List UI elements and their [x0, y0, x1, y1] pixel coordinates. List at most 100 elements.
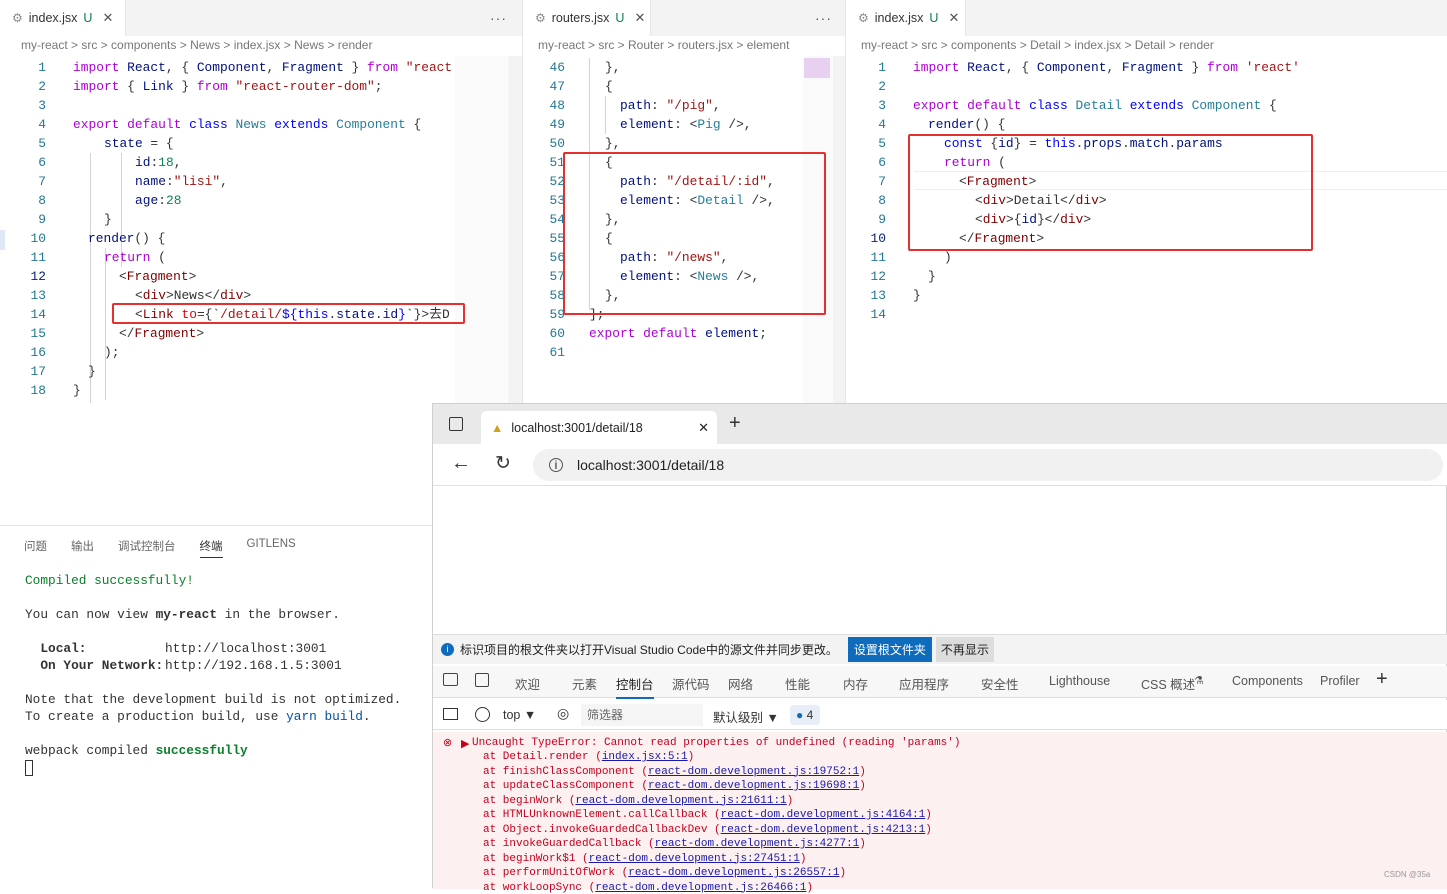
minimap[interactable] — [455, 56, 507, 403]
scrollbar[interactable] — [508, 56, 522, 403]
tab-problems[interactable]: 问题 — [24, 538, 47, 558]
close-tab-icon[interactable]: ✕ — [698, 420, 709, 436]
tab-memory[interactable]: 内存 — [843, 674, 868, 693]
context-select[interactable]: top ▼ — [503, 705, 545, 725]
new-tab-icon[interactable]: + — [729, 412, 741, 435]
code-area-routers[interactable]: 46 47 48 49 50 51 52 53 54 55 56 57 58 59 60 61 }, { pa… — [523, 58, 775, 373]
line-number: 16 — [30, 345, 46, 360]
sash[interactable] — [0, 230, 5, 250]
browser-tab[interactable]: ▲ localhost:3001/detail/18 ✕ — [481, 411, 717, 444]
tab-css-overview[interactable]: CSS 概述 — [1141, 674, 1195, 693]
tab-detail-index[interactable]: ⚙ index.jsx U ✕ — [846, 0, 966, 36]
inspect-icon[interactable] — [443, 673, 458, 686]
source-link[interactable]: react-dom.development.js:26557:1 — [628, 867, 839, 879]
line-number: 60 — [549, 326, 565, 341]
tab-application[interactable]: 应用程序 — [899, 674, 949, 693]
code-area-detail[interactable]: 1 2 3 4 5 6 7 8 9 10 11 12 13 14 import React, { Comp… — [846, 58, 1300, 322]
tab-security[interactable]: 安全性 — [981, 674, 1019, 693]
back-icon[interactable]: ← — [451, 452, 471, 475]
tab-network[interactable]: 网络 — [728, 674, 753, 693]
line-number: 10 — [870, 231, 886, 246]
stack-frame: at performUnitOfWork (react-dom.developm… — [483, 867, 847, 879]
tab-news-index[interactable]: ⚙ index.jsx U ✕ — [0, 0, 126, 36]
address-bar[interactable]: i localhost:3001/detail/18 — [533, 449, 1443, 481]
more-actions-icon[interactable]: ··· — [490, 10, 507, 26]
source-link[interactable]: react-dom.development.js:4164:1 — [721, 809, 926, 821]
line-number: 18 — [30, 383, 46, 398]
sidebar-toggle-icon[interactable] — [443, 708, 458, 720]
tab-components[interactable]: Components — [1232, 674, 1303, 688]
line-number: 9 — [878, 212, 886, 227]
error-icon: ⊗ — [443, 738, 453, 750]
tab-elements[interactable]: 元素 — [572, 674, 597, 693]
source-link[interactable]: react-dom.development.js:21611:1 — [575, 795, 786, 807]
editor-pane-news: ⚙ index.jsx U ✕ ··· my-react > src > com… — [0, 0, 522, 403]
scrollbar[interactable] — [833, 56, 845, 403]
breadcrumb[interactable]: my-react > src > components > News > ind… — [0, 38, 522, 56]
tab-terminal[interactable]: 终端 — [199, 538, 223, 558]
code-line: path: "/pig", — [620, 98, 721, 113]
close-icon[interactable]: ✕ — [634, 10, 645, 26]
highlight-box-link — [112, 303, 465, 324]
line-number: 5 — [38, 136, 46, 151]
stack-frame: at finishClassComponent (react-dom.devel… — [483, 765, 866, 778]
tab-label: routers.jsx — [551, 11, 610, 25]
dont-show-again-button[interactable]: 不再显示 — [935, 637, 994, 662]
source-link[interactable]: react-dom.development.js:4213:1 — [721, 824, 926, 836]
line-number: 57 — [549, 269, 565, 284]
tab-status: U — [929, 11, 939, 25]
clear-console-icon[interactable] — [475, 707, 490, 722]
stack-frame: at beginWork$1 (react-dom.development.js… — [483, 852, 807, 865]
code-line: id:18, — [135, 155, 182, 170]
tab-lighthouse[interactable]: Lighthouse — [1049, 674, 1110, 688]
code-line: }, — [605, 136, 621, 151]
source-link[interactable]: react-dom.development.js:19752:1 — [648, 766, 859, 778]
tab-debug-console[interactable]: 调试控制台 — [118, 538, 176, 558]
breadcrumb[interactable]: my-react > src > components > Detail > i… — [846, 38, 1447, 56]
tab-output[interactable]: 输出 — [71, 538, 94, 558]
close-icon[interactable]: ✕ — [948, 10, 959, 26]
line-number: 52 — [549, 174, 565, 189]
source-link[interactable]: react-dom.development.js:27451:1 — [589, 853, 800, 865]
expand-icon[interactable]: ▶ — [461, 737, 469, 751]
line-number: 4 — [878, 117, 886, 132]
tab-actions-icon[interactable] — [449, 417, 463, 431]
issues-badge[interactable]: ● 4 — [790, 705, 820, 725]
line-number: 7 — [38, 174, 46, 189]
code-line: state = { — [104, 136, 174, 151]
source-link[interactable]: react-dom.development.js:4277:1 — [655, 838, 860, 850]
terminal-panel[interactable]: 问题 输出 调试控制台 终端 GITLENS Compiled successf… — [0, 525, 432, 888]
source-link[interactable]: index.jsx:5:1 — [602, 751, 688, 763]
line-number: 2 — [878, 79, 886, 94]
devtools-notice: i 标识项目的根文件夹以打开Visual Studio Code中的源文件并同步… — [433, 634, 1447, 664]
line-number: 8 — [878, 193, 886, 208]
code-line: }, — [605, 60, 621, 75]
tab-console[interactable]: 控制台 — [616, 674, 654, 699]
browser-window: ▲ localhost:3001/detail/18 ✕ + ← ↻ i loc… — [432, 403, 1447, 894]
filter-input[interactable]: 筛选器 — [581, 704, 703, 726]
browser-tab-strip: ▲ localhost:3001/detail/18 ✕ + — [433, 404, 1447, 444]
refresh-icon[interactable]: ↻ — [495, 452, 511, 475]
gear-icon: ⚙ — [858, 11, 869, 25]
flask-icon: ⚗ — [1194, 675, 1204, 687]
code-line: } — [104, 212, 112, 227]
line-number: 6 — [878, 155, 886, 170]
tab-welcome[interactable]: 欢迎 — [515, 674, 540, 693]
tab-gitlens[interactable]: GITLENS — [247, 538, 296, 558]
set-root-folder-button[interactable]: 设置根文件夹 — [847, 637, 932, 662]
tab-routers[interactable]: ⚙ routers.jsx U ✕ — [523, 0, 651, 36]
device-icon[interactable] — [475, 673, 489, 687]
more-actions-icon[interactable]: ··· — [815, 10, 832, 26]
stack-frame: at Object.invokeGuardedCallbackDev (reac… — [483, 823, 932, 836]
tab-sources[interactable]: 源代码 — [672, 674, 710, 693]
code-line: import { Link } from "react-router-dom"; — [73, 79, 383, 94]
eye-icon[interactable]: ◎ — [557, 705, 569, 722]
info-icon: i — [549, 458, 563, 472]
tab-profiler[interactable]: Profiler — [1320, 674, 1360, 688]
log-levels-select[interactable]: 默认级别 ▼ — [713, 707, 779, 726]
source-link[interactable]: react-dom.development.js:19698:1 — [648, 780, 859, 792]
tab-performance[interactable]: 性能 — [785, 674, 810, 693]
breadcrumb[interactable]: my-react > src > Router > routers.jsx > … — [523, 38, 845, 56]
add-tab-icon[interactable]: + — [1376, 668, 1388, 691]
close-icon[interactable]: ✕ — [102, 10, 113, 26]
